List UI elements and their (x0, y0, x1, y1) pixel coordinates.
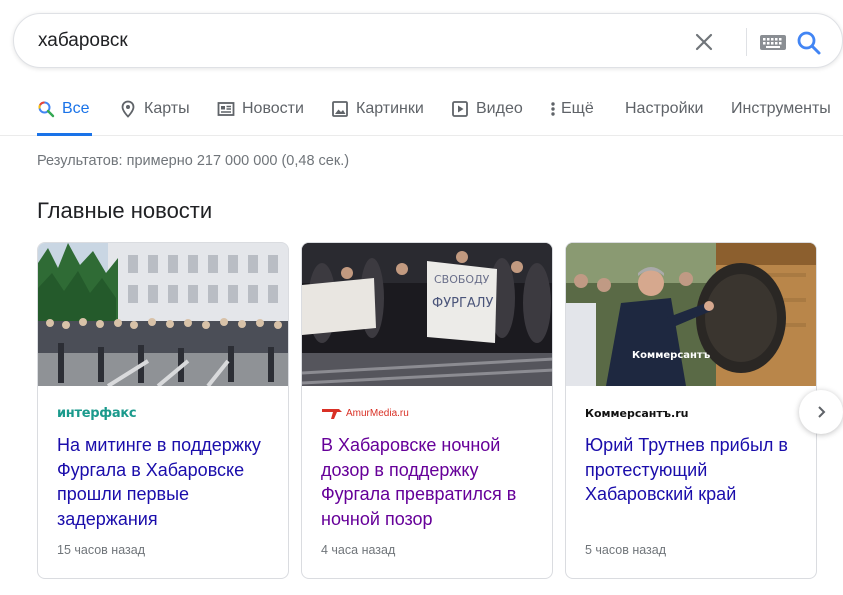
news-source-logo: Коммерсантъ.ru (585, 404, 689, 422)
tab-more[interactable]: Ещё (549, 86, 594, 135)
more-vert-icon (549, 100, 557, 118)
tab-settings[interactable]: Настройки (625, 86, 703, 135)
search-tabs: Все Карты Новости Картинки Видео Ещё Нас… (0, 86, 843, 136)
top-stories-title: Главные новости (37, 198, 213, 223)
news-card[interactable]: СВОБОДУ ФУРГАЛУ AmurMedia.ru В Хабаровск… (301, 242, 553, 579)
map-pin-icon (119, 100, 137, 118)
search-button[interactable] (794, 28, 824, 58)
keyboard-icon[interactable] (759, 30, 787, 54)
source-name: интерфакс (57, 405, 137, 421)
search-bar[interactable]: хабаровск (13, 13, 843, 68)
tab-maps[interactable]: Карты (119, 86, 190, 135)
tab-label: Карты (144, 100, 190, 117)
sign-text: ФУРГАЛУ (432, 296, 494, 311)
news-thumbnail (38, 243, 288, 386)
news-headline[interactable]: В Хабаровске ночной дозор в поддержку Фу… (321, 433, 541, 531)
tab-news[interactable]: Новости (217, 86, 304, 135)
sign-text: СВОБОДУ (434, 273, 490, 286)
news-card[interactable]: Коммерсантъ Коммерсантъ.ru Юрий Трутнев … (565, 242, 817, 579)
tab-all[interactable]: Все (37, 86, 92, 136)
image-watermark: Коммерсантъ (632, 350, 711, 361)
news-icon (217, 100, 235, 118)
news-thumbnail: СВОБОДУ ФУРГАЛУ (302, 243, 552, 386)
tab-label: Все (62, 100, 90, 117)
news-headline[interactable]: На митинге в поддержку Фургала в Хабаров… (57, 433, 277, 531)
news-time: 4 часа назад (321, 543, 396, 557)
tab-label: Инструменты (731, 100, 831, 117)
news-time: 5 часов назад (585, 543, 667, 557)
search-icon (797, 31, 821, 55)
tab-tools[interactable]: Инструменты (731, 86, 831, 135)
tab-label: Ещё (561, 100, 594, 117)
search-bar-divider (746, 28, 747, 56)
tab-images[interactable]: Картинки (331, 86, 424, 135)
tab-label: Настройки (625, 100, 704, 117)
news-thumbnail: Коммерсантъ (566, 243, 816, 386)
image-icon (331, 100, 349, 118)
search-input[interactable]: хабаровск (38, 30, 128, 52)
source-name: Коммерсантъ.ru (585, 406, 689, 420)
news-source-logo: интерфакс (57, 404, 137, 422)
news-source-logo: AmurMedia.ru (321, 404, 409, 422)
carousel-next-button[interactable] (799, 390, 843, 434)
news-headline[interactable]: Юрий Трутнев прибыл в протестующий Хабар… (585, 433, 805, 507)
tab-label: Видео (476, 100, 523, 117)
result-stats: Результатов: примерно 217 000 000 (0,48 … (37, 153, 350, 169)
tab-label: Новости (242, 100, 304, 117)
news-time: 15 часов назад (57, 543, 145, 557)
news-card[interactable]: интерфакс На митинге в поддержку Фургала… (37, 242, 289, 579)
source-name: AmurMedia.ru (346, 407, 409, 419)
chevron-right-icon (818, 406, 826, 418)
tab-video[interactable]: Видео (451, 86, 523, 135)
clear-icon[interactable] (690, 28, 718, 56)
amurmedia-logo-icon (322, 409, 342, 419)
tab-label: Картинки (356, 100, 424, 117)
search-icon (37, 100, 55, 118)
video-icon (451, 100, 469, 118)
